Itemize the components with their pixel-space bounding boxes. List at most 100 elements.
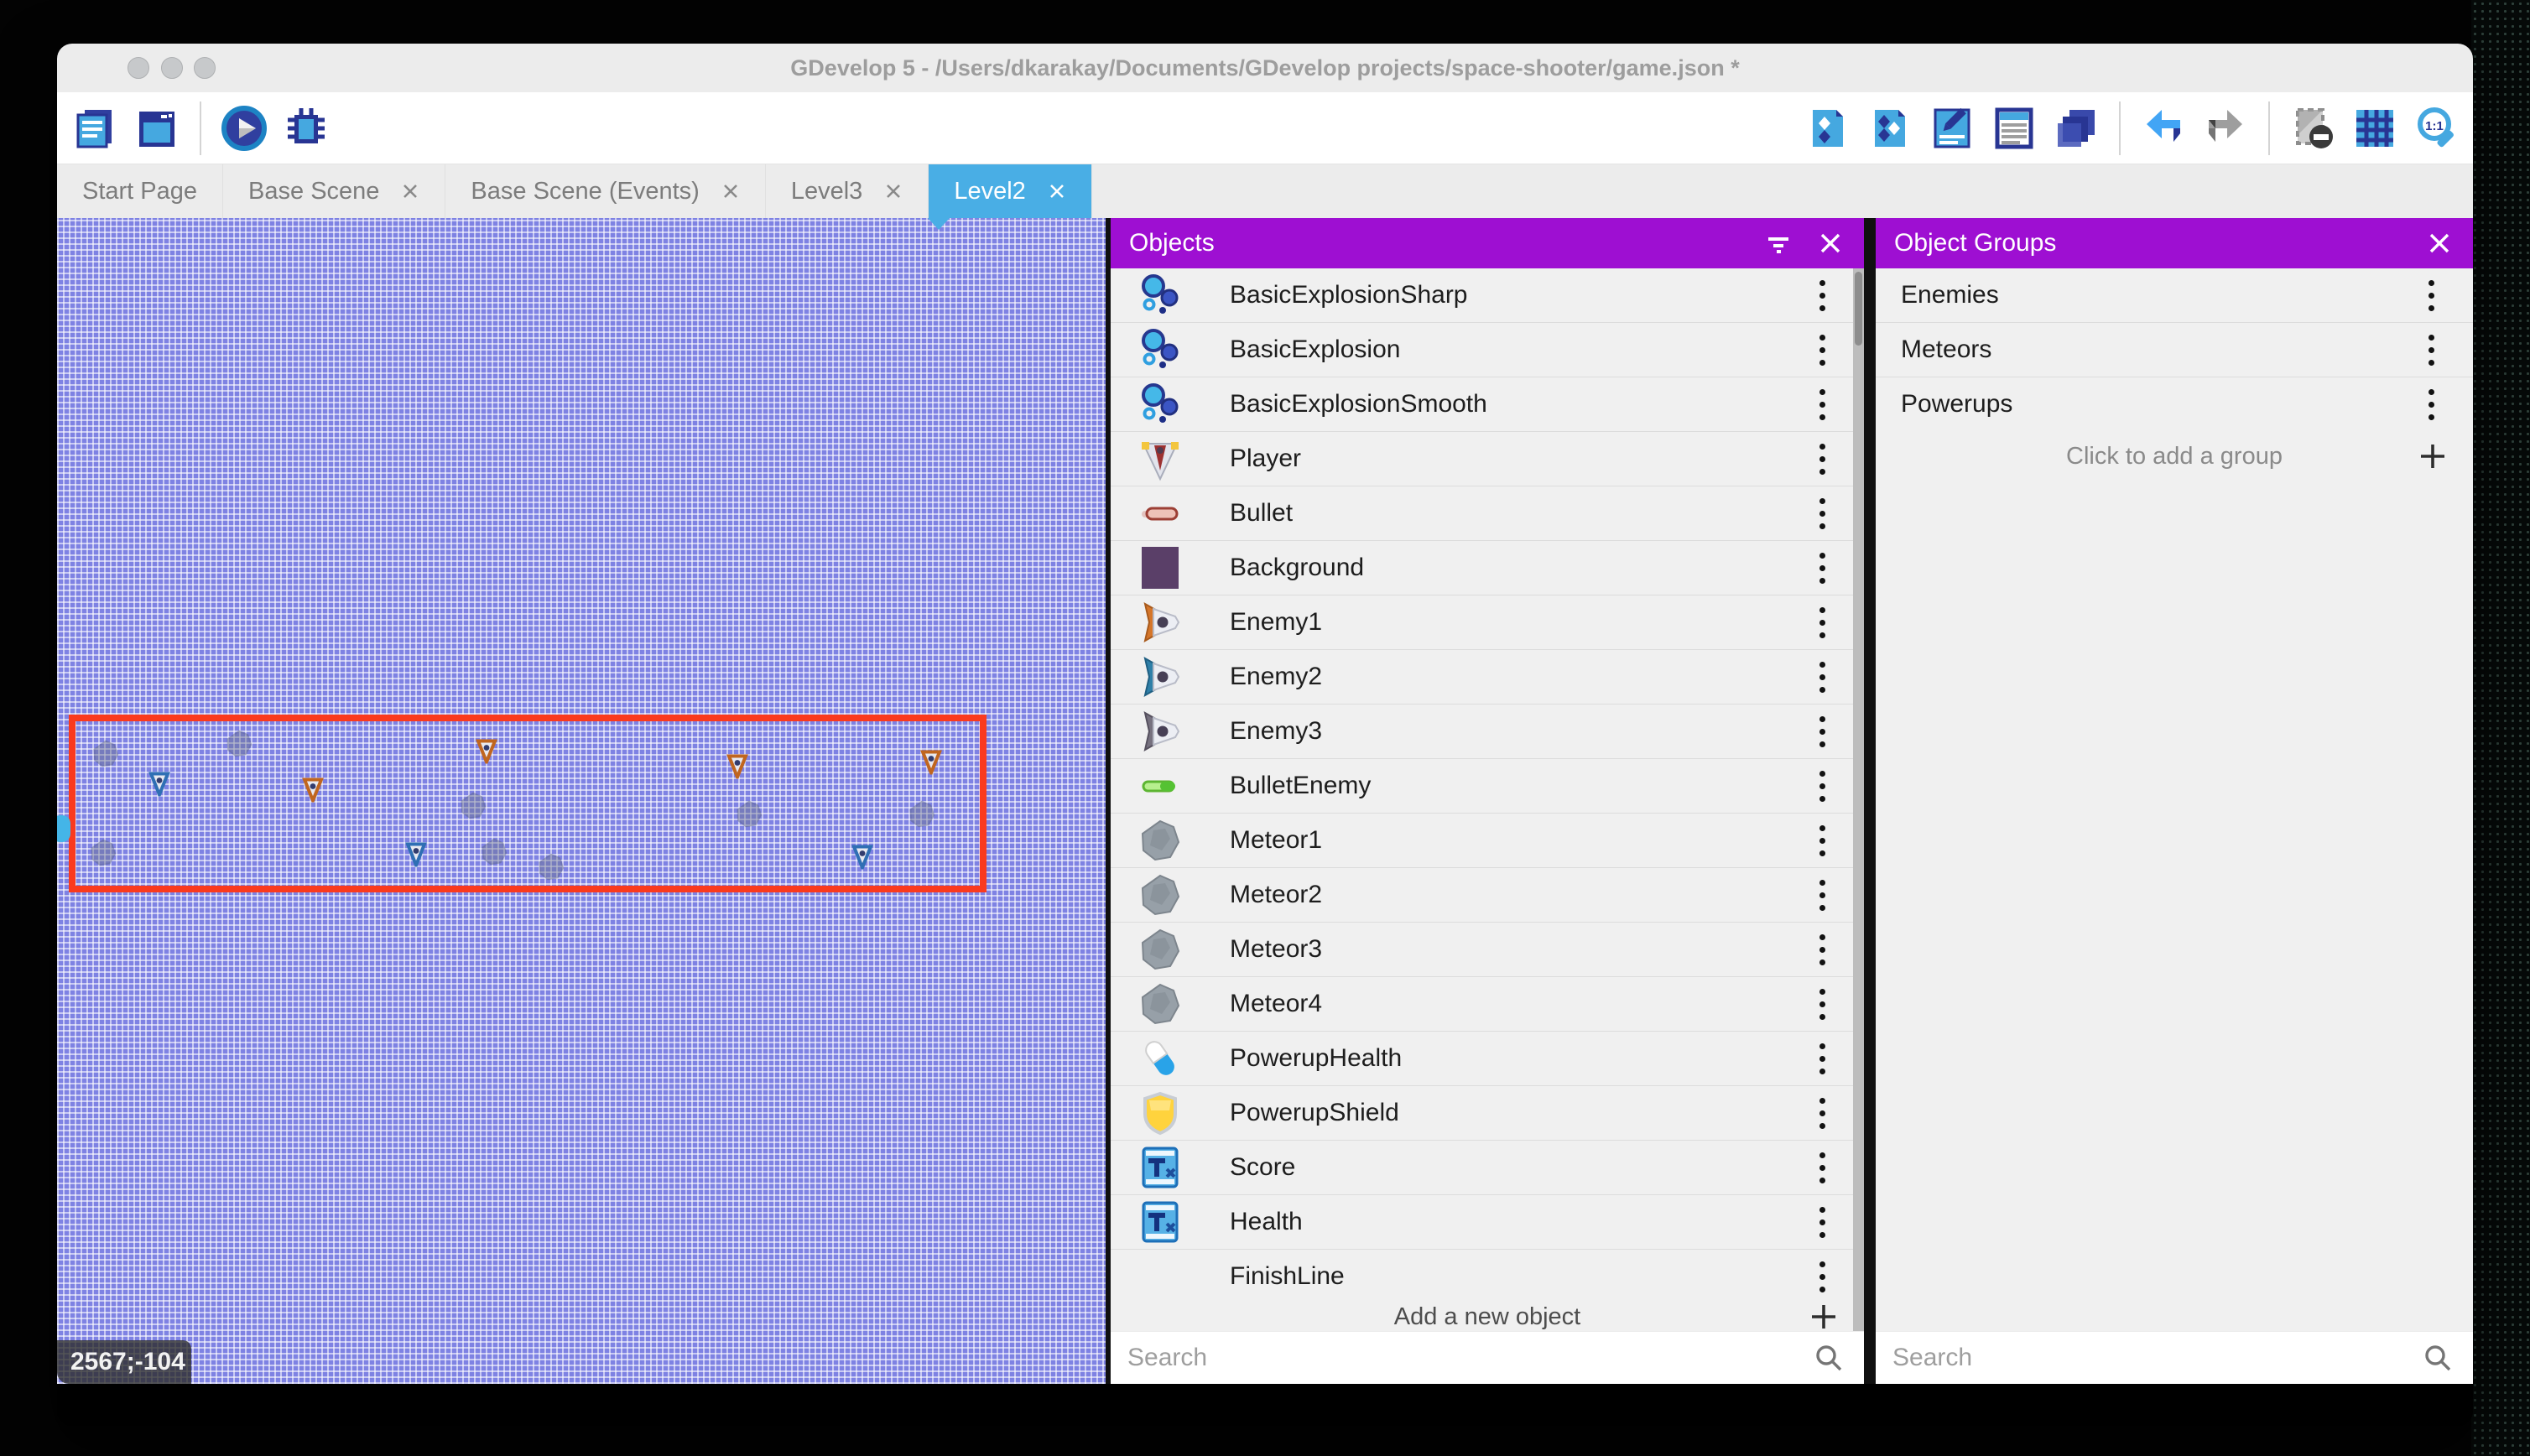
objects-list-icon[interactable]: [1804, 104, 1852, 153]
object-menu-button[interactable]: [1805, 330, 1839, 370]
meteor-instance[interactable]: [88, 837, 118, 873]
object-menu-button[interactable]: [1805, 1147, 1839, 1188]
toolbar-left-group: [70, 92, 331, 164]
object-menu-button[interactable]: [1805, 929, 1839, 970]
group-menu-button[interactable]: [2414, 384, 2448, 424]
group-row[interactable]: Enemies: [1876, 268, 2473, 323]
object-groups-panel-title: Object Groups: [1894, 229, 2421, 257]
enemy1-instance[interactable]: [920, 748, 942, 779]
layers-icon[interactable]: [2052, 104, 2101, 153]
meteor-instance[interactable]: [458, 790, 488, 826]
object-menu-button[interactable]: [1805, 548, 1839, 588]
meteor-instance[interactable]: [91, 738, 121, 774]
groups-search-input[interactable]: [1876, 1343, 2421, 1373]
object-menu-button[interactable]: [1805, 493, 1839, 533]
close-tab-icon[interactable]: [401, 182, 419, 200]
enemy1-instance[interactable]: [476, 737, 497, 768]
object-menu-button[interactable]: [1805, 766, 1839, 806]
enemy1-instance[interactable]: [302, 776, 324, 807]
meteor-thumbnail: [1136, 925, 1184, 974]
object-menu-button[interactable]: [1805, 1038, 1839, 1079]
object-menu-button[interactable]: [1805, 1256, 1839, 1297]
close-tab-icon[interactable]: [1048, 182, 1066, 200]
redo-icon[interactable]: [2201, 104, 2250, 153]
object-row[interactable]: Score: [1111, 1141, 1864, 1195]
scene-window-icon[interactable]: [133, 104, 181, 153]
object-row[interactable]: Bullet: [1111, 486, 1864, 541]
tab-base-scene-events[interactable]: Base Scene (Events): [445, 164, 765, 218]
object-row[interactable]: Enemy3: [1111, 705, 1864, 759]
group-menu-button[interactable]: [2414, 330, 2448, 370]
properties-icon[interactable]: [1928, 104, 1976, 153]
meteor-instance[interactable]: [479, 836, 509, 872]
object-menu-button[interactable]: [1805, 875, 1839, 915]
bullet-instance[interactable]: [57, 815, 70, 842]
object-menu-button[interactable]: [1805, 657, 1839, 697]
instances-list-icon[interactable]: [1990, 104, 2038, 153]
tab-level3[interactable]: Level3: [766, 164, 929, 218]
object-row[interactable]: Enemy2: [1111, 650, 1864, 705]
meteor-instance[interactable]: [734, 798, 764, 835]
tab-level2[interactable]: Level2: [929, 164, 1091, 218]
object-menu-button[interactable]: [1805, 275, 1839, 315]
objects-scrollbar[interactable]: [1853, 268, 1864, 1332]
object-menu-button[interactable]: [1805, 1093, 1839, 1133]
object-name: Enemy3: [1230, 717, 1322, 746]
object-row[interactable]: BulletEnemy: [1111, 759, 1864, 814]
object-groups-icon[interactable]: [1866, 104, 1914, 153]
play-icon[interactable]: [220, 104, 268, 153]
object-row[interactable]: Meteor1: [1111, 814, 1864, 868]
selection-rectangle[interactable]: [69, 715, 986, 892]
meteor-instance[interactable]: [907, 798, 937, 835]
project-manager-icon[interactable]: [70, 104, 119, 153]
object-row[interactable]: Meteor4: [1111, 977, 1864, 1032]
close-panel-icon[interactable]: [1812, 225, 1849, 262]
object-row[interactable]: BasicExplosion: [1111, 323, 1864, 377]
panel-divider[interactable]: [1864, 218, 1876, 1384]
object-row[interactable]: PowerupHealth: [1111, 1032, 1864, 1086]
grid-icon[interactable]: [2350, 104, 2399, 153]
group-row[interactable]: Powerups: [1876, 377, 2473, 432]
tab-base-scene[interactable]: Base Scene: [223, 164, 445, 218]
object-row[interactable]: BasicExplosionSharp: [1111, 268, 1864, 323]
meteor-instance[interactable]: [536, 851, 566, 887]
enemy1-instance[interactable]: [726, 752, 748, 783]
titlebar[interactable]: GDevelop 5 - /Users/dkarakay/Documents/G…: [57, 44, 2473, 93]
object-row[interactable]: PowerupShield: [1111, 1086, 1864, 1141]
object-row[interactable]: Player: [1111, 432, 1864, 486]
objects-scrollbar-thumb[interactable]: [1855, 272, 1862, 346]
close-tab-icon[interactable]: [721, 182, 740, 200]
meteor-instance[interactable]: [224, 728, 254, 764]
enemy2-instance[interactable]: [148, 770, 170, 801]
zoom-reset-icon[interactable]: 1:1: [2413, 104, 2461, 153]
close-tab-icon[interactable]: [884, 182, 903, 200]
object-row[interactable]: BasicExplosionSmooth: [1111, 377, 1864, 432]
object-menu-button[interactable]: [1805, 602, 1839, 642]
add-group-row[interactable]: Click to add a group: [1876, 429, 2473, 483]
object-menu-button[interactable]: [1805, 820, 1839, 861]
object-row[interactable]: Meteor2: [1111, 868, 1864, 923]
debug-icon[interactable]: [282, 104, 331, 153]
object-menu-button[interactable]: [1805, 1202, 1839, 1242]
enemy2-instance[interactable]: [851, 843, 873, 874]
object-row[interactable]: Health: [1111, 1195, 1864, 1250]
object-menu-button[interactable]: [1805, 984, 1839, 1024]
object-menu-button[interactable]: [1805, 439, 1839, 479]
explosion-thumbnail: [1136, 271, 1184, 320]
group-menu-button[interactable]: [2414, 275, 2448, 315]
object-row[interactable]: Background: [1111, 541, 1864, 595]
group-row[interactable]: Meteors: [1876, 323, 2473, 377]
object-menu-button[interactable]: [1805, 711, 1839, 751]
filter-icon[interactable]: [1760, 225, 1797, 262]
object-row[interactable]: Enemy1: [1111, 595, 1864, 650]
object-menu-button[interactable]: [1805, 384, 1839, 424]
tab-start-page[interactable]: Start Page: [57, 164, 223, 218]
scene-canvas[interactable]: 2567;-104: [57, 218, 1106, 1384]
objects-search-input[interactable]: [1111, 1343, 1812, 1373]
close-panel-icon[interactable]: [2421, 225, 2458, 262]
undo-icon[interactable]: [2139, 104, 2188, 153]
group-name: Enemies: [1901, 281, 1999, 309]
mask-instances-icon[interactable]: [2288, 104, 2337, 153]
object-row[interactable]: Meteor3: [1111, 923, 1864, 977]
enemy2-instance[interactable]: [405, 840, 427, 871]
